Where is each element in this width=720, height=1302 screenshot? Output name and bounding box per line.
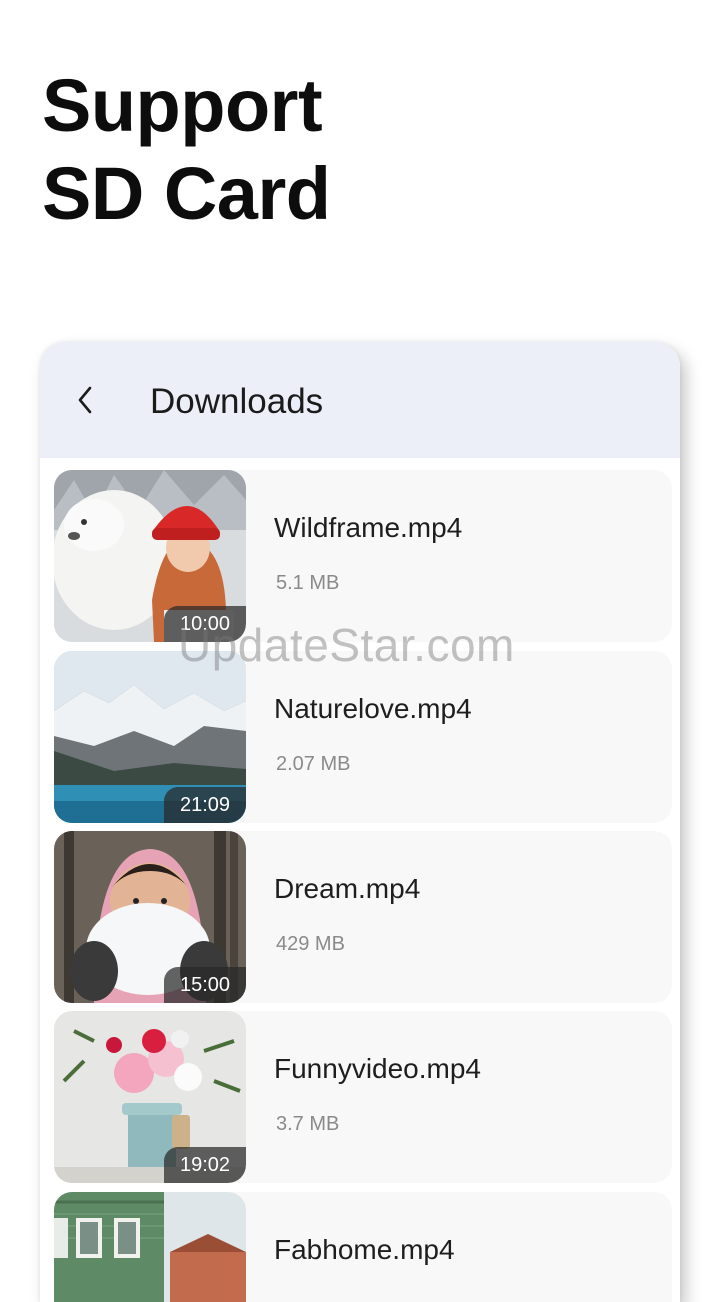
file-size: 2.07 MB: [276, 753, 351, 775]
video-thumbnail: 21:09: [54, 651, 246, 823]
back-button[interactable]: [66, 380, 106, 420]
page-title: Downloads: [150, 382, 324, 421]
file-name: Dream.mp4: [274, 873, 421, 904]
file-size: 5.1 MB: [276, 572, 340, 594]
file-size: 429 MB: [276, 933, 345, 955]
page-headline: Support SD Card: [42, 62, 331, 238]
video-thumbnail: 19:02: [54, 1011, 246, 1183]
chevron-left-icon: [78, 386, 92, 414]
file-name: Fabhome.mp4: [274, 1234, 455, 1265]
video-thumbnail: [54, 1192, 246, 1302]
file-item-naturelove[interactable]: 21:09 Naturelove.mp4 2.07 MB: [54, 651, 672, 823]
file-item-fabhome[interactable]: Fabhome.mp4: [54, 1192, 672, 1302]
duration-badge: 21:09: [164, 787, 246, 823]
file-name: Naturelove.mp4: [274, 693, 472, 724]
video-thumbnail: 15:00: [54, 831, 246, 1003]
file-item-wildframe[interactable]: 10:00 Wildframe.mp4 5.1 MB: [54, 470, 672, 642]
headline-line-1: Support: [42, 64, 323, 147]
video-thumbnail: 10:00: [54, 470, 246, 642]
duration-badge: 19:02: [164, 1147, 246, 1183]
file-name: Wildframe.mp4: [274, 512, 463, 543]
duration-badge: 10:00: [164, 606, 246, 642]
app-bar: Downloads: [40, 342, 680, 458]
file-name: Funnyvideo.mp4: [274, 1053, 482, 1084]
headline-line-2: SD Card: [42, 152, 331, 235]
duration-badge: 15:00: [164, 967, 246, 1003]
phone-screen-card: Downloads 10:00 Wildframe.mp4 5.1 MB 21:…: [40, 342, 680, 1302]
file-size: 3.7 MB: [276, 1113, 340, 1135]
file-item-dream[interactable]: 15:00 Dream.mp4 429 MB: [54, 831, 672, 1003]
file-item-funnyvideo[interactable]: 19:02 Funnyvideo.mp4 3.7 MB: [54, 1011, 672, 1183]
